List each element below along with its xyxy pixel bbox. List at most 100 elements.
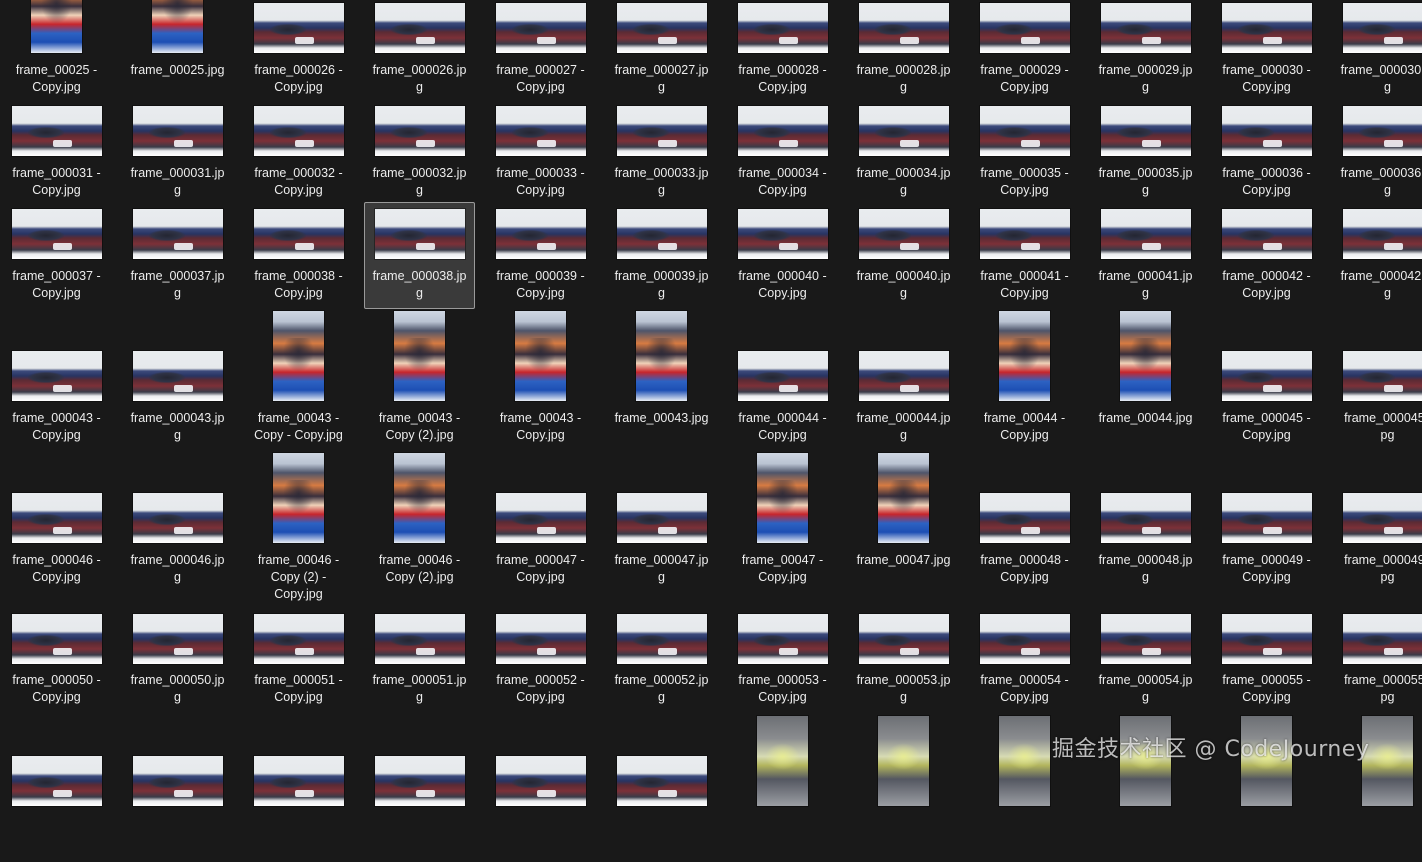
file-item[interactable]: frame_000049.j pg xyxy=(1332,449,1422,593)
file-item[interactable]: frame_000031.jp g xyxy=(122,99,233,206)
file-item[interactable]: frame_000027.jp g xyxy=(606,0,717,103)
file-item[interactable]: frame_000031 - Copy.jpg xyxy=(1,99,112,206)
file-item[interactable]: frame_00043 - Copy (2).jpg xyxy=(364,307,475,451)
file-item[interactable]: frame_000036.jp g xyxy=(1332,99,1422,206)
file-item[interactable]: frame_000032 - Copy.jpg xyxy=(243,99,354,206)
file-item[interactable]: frame_000035 - Copy.jpg xyxy=(969,99,1080,206)
file-item[interactable]: frame_00025 - Copy.jpg xyxy=(1,0,112,103)
file-name: frame_000034 - Copy.jpg xyxy=(738,166,827,197)
file-item[interactable]: frame_000053 - Copy.jpg xyxy=(727,607,838,713)
file-item[interactable]: frame_000046.jp g xyxy=(122,449,233,593)
thumbnail-image xyxy=(12,493,102,543)
file-item[interactable]: frame_000028.jp g xyxy=(848,0,959,103)
file-item[interactable] xyxy=(485,712,596,862)
file-item[interactable] xyxy=(606,712,717,862)
file-name: frame_000050.jp g xyxy=(130,673,225,704)
file-item[interactable]: frame_00025.jpg xyxy=(122,0,233,103)
file-item[interactable]: frame_000054.jp g xyxy=(1090,607,1201,713)
file-item[interactable]: frame_000026 - Copy.jpg xyxy=(243,0,354,103)
thumbnail-image xyxy=(1222,493,1312,543)
file-item[interactable]: frame_000048.jp g xyxy=(1090,449,1201,593)
file-item[interactable]: frame_00047 - Copy.jpg xyxy=(727,449,838,593)
file-item[interactable]: frame_000045 - Copy.jpg xyxy=(1211,307,1322,451)
file-item[interactable]: frame_000041.jp g xyxy=(1090,202,1201,309)
file-item[interactable]: frame_000039.jp g xyxy=(606,202,717,309)
thumbnail-image xyxy=(859,3,949,53)
file-name: frame_00043 - Copy - Copy.jpg xyxy=(254,411,343,442)
file-item[interactable]: frame_000044 - Copy.jpg xyxy=(727,307,838,451)
file-item[interactable]: frame_000037 - Copy.jpg xyxy=(1,202,112,309)
file-name: frame_000050 - Copy.jpg xyxy=(12,673,101,704)
thumbnail-image xyxy=(738,614,828,664)
file-item[interactable]: frame_000038 - Copy.jpg xyxy=(243,202,354,309)
file-item[interactable]: frame_000038.jp g xyxy=(364,202,475,309)
file-item[interactable]: frame_000033 - Copy.jpg xyxy=(485,99,596,206)
file-name: frame_000029 - Copy.jpg xyxy=(980,63,1069,94)
file-item[interactable]: frame_000029.jp g xyxy=(1090,0,1201,103)
file-item[interactable] xyxy=(364,712,475,862)
file-item[interactable]: frame_000030.jp g xyxy=(1332,0,1422,103)
file-item[interactable]: frame_000034 - Copy.jpg xyxy=(727,99,838,206)
file-name: frame_000040 - Copy.jpg xyxy=(738,269,827,300)
thumbnail-image xyxy=(496,3,586,53)
file-item[interactable]: frame_000035.jp g xyxy=(1090,99,1201,206)
thumbnail-image xyxy=(878,716,929,806)
file-item[interactable]: frame_000047.jp g xyxy=(606,449,717,593)
file-item[interactable]: frame_000054 - Copy.jpg xyxy=(969,607,1080,713)
file-item[interactable]: frame_000053.jp g xyxy=(848,607,959,713)
file-name: frame_000029.jp g xyxy=(1098,63,1193,94)
thumbnail-image xyxy=(757,453,808,543)
file-item[interactable]: frame_000036 - Copy.jpg xyxy=(1211,99,1322,206)
file-item[interactable]: frame_000043.jp g xyxy=(122,307,233,451)
file-item[interactable]: frame_000048 - Copy.jpg xyxy=(969,449,1080,593)
file-item[interactable]: frame_000039 - Copy.jpg xyxy=(485,202,596,309)
file-item[interactable] xyxy=(243,712,354,862)
file-item[interactable]: frame_000047 - Copy.jpg xyxy=(485,449,596,593)
file-item[interactable]: frame_000028 - Copy.jpg xyxy=(727,0,838,103)
file-item[interactable]: frame_000027 - Copy.jpg xyxy=(485,0,596,103)
file-item[interactable]: frame_00043.jpg xyxy=(606,307,717,451)
file-item[interactable]: frame_00046 - Copy (2).jpg xyxy=(364,449,475,593)
file-item[interactable]: frame_00043 - Copy.jpg xyxy=(485,307,596,451)
file-item[interactable]: frame_000041 - Copy.jpg xyxy=(969,202,1080,309)
file-item[interactable]: frame_000055.j pg xyxy=(1332,607,1422,713)
file-item[interactable]: frame_00044 - Copy.jpg xyxy=(969,307,1080,451)
file-item[interactable]: frame_000050 - Copy.jpg xyxy=(1,607,112,713)
thumbnail-image xyxy=(617,493,707,543)
file-item[interactable]: frame_000032.jp g xyxy=(364,99,475,206)
file-item[interactable]: frame_000051 - Copy.jpg xyxy=(243,607,354,713)
file-item[interactable]: frame_000040 - Copy.jpg xyxy=(727,202,838,309)
file-item[interactable] xyxy=(727,712,838,862)
file-item[interactable] xyxy=(1,712,112,862)
file-item[interactable]: frame_000042.jp g xyxy=(1332,202,1422,309)
file-item[interactable]: frame_000040.jp g xyxy=(848,202,959,309)
file-item[interactable]: frame_000043 - Copy.jpg xyxy=(1,307,112,451)
file-item[interactable] xyxy=(122,712,233,862)
file-item[interactable]: frame_000055 - Copy.jpg xyxy=(1211,607,1322,713)
file-item[interactable]: frame_000050.jp g xyxy=(122,607,233,713)
file-item[interactable]: frame_000026.jp g xyxy=(364,0,475,103)
file-item[interactable]: frame_000052.jp g xyxy=(606,607,717,713)
file-item[interactable]: frame_00043 - Copy - Copy.jpg xyxy=(243,307,354,451)
thumbnail-image xyxy=(878,453,929,543)
file-item[interactable]: frame_000034.jp g xyxy=(848,99,959,206)
file-item[interactable]: frame_000051.jp g xyxy=(364,607,475,713)
file-item[interactable]: frame_000052 - Copy.jpg xyxy=(485,607,596,713)
file-item[interactable]: frame_000045.j pg xyxy=(1332,307,1422,451)
file-item[interactable]: frame_000044.jp g xyxy=(848,307,959,451)
file-item[interactable]: frame_000049 - Copy.jpg xyxy=(1211,449,1322,593)
file-item[interactable]: frame_000037.jp g xyxy=(122,202,233,309)
thumbnail-image xyxy=(617,756,707,806)
file-item[interactable]: frame_00046 - Copy (2) - Copy.jpg xyxy=(243,449,354,601)
file-name: frame_000036 - Copy.jpg xyxy=(1222,166,1311,197)
file-item[interactable]: frame_00044.jpg xyxy=(1090,307,1201,451)
file-item[interactable]: frame_00047.jpg xyxy=(848,449,959,593)
file-item[interactable]: frame_000029 - Copy.jpg xyxy=(969,0,1080,103)
file-name: frame_000053.jp g xyxy=(856,673,951,704)
file-name: frame_000054 - Copy.jpg xyxy=(980,673,1069,704)
file-item[interactable]: frame_000030 - Copy.jpg xyxy=(1211,0,1322,103)
file-item[interactable]: frame_000042 - Copy.jpg xyxy=(1211,202,1322,309)
file-item[interactable] xyxy=(848,712,959,862)
file-item[interactable]: frame_000046 - Copy.jpg xyxy=(1,449,112,593)
file-item[interactable]: frame_000033.jp g xyxy=(606,99,717,206)
